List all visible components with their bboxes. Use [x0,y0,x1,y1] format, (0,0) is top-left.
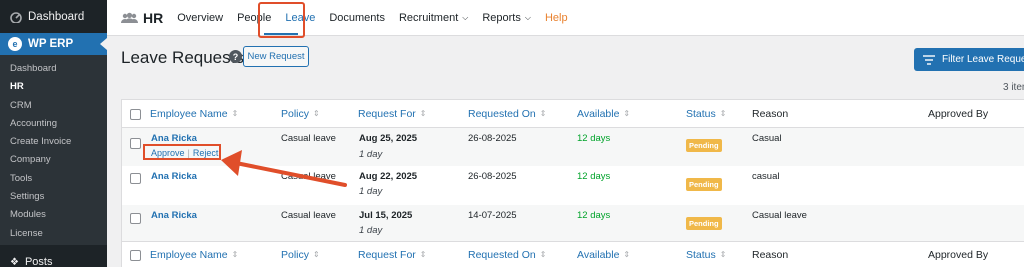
annotation-arrow-icon [221,150,347,187]
